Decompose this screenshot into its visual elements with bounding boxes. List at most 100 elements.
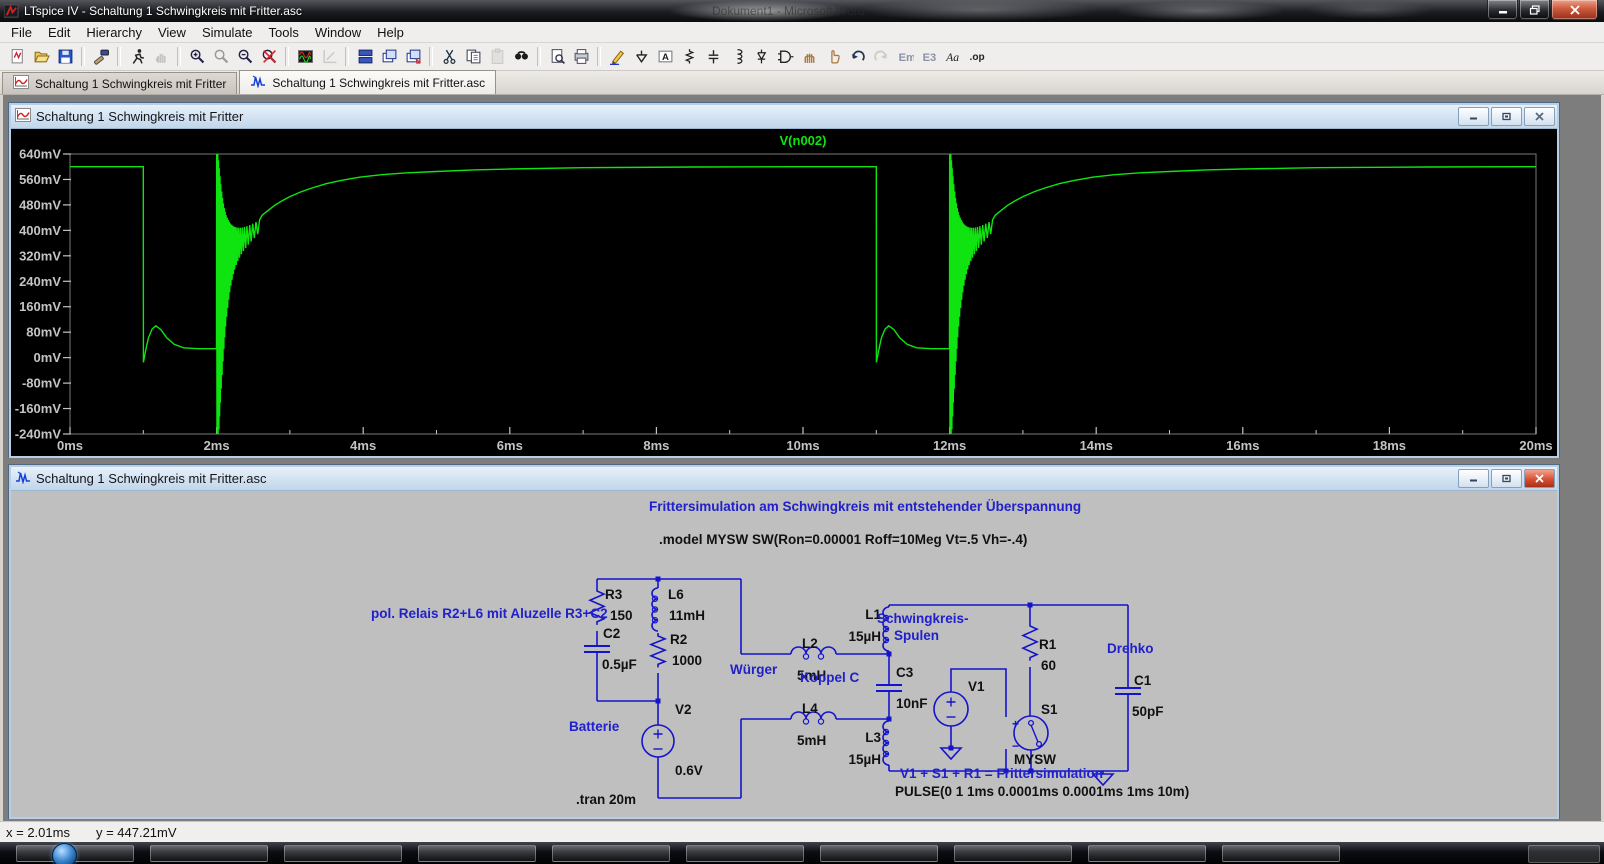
schematic-comment[interactable]: Würger xyxy=(730,662,778,677)
schematic-comment[interactable]: Drehko xyxy=(1107,641,1154,656)
trace-label[interactable]: V(n002) xyxy=(780,133,827,148)
inductor-icon[interactable] xyxy=(725,45,749,68)
component-C2[interactable]: C20.5µF xyxy=(584,626,637,672)
tab-schematic[interactable]: Schaltung 1 Schwingkreis mit Fritter.asc xyxy=(239,70,496,94)
print-preview-icon[interactable] xyxy=(545,45,569,68)
taskbar-button[interactable] xyxy=(820,845,938,862)
component-C1[interactable]: C150pF xyxy=(1115,673,1164,719)
menu-tools[interactable]: Tools xyxy=(261,23,307,42)
tile-horizontal-icon[interactable] xyxy=(353,45,377,68)
schematic-close-button[interactable] xyxy=(1524,469,1555,488)
menu-edit[interactable]: Edit xyxy=(40,23,78,42)
component-S1[interactable]: +−S1MYSW xyxy=(1012,702,1058,767)
schematic-comment[interactable]: Frittersimulation am Schwingkreis mit en… xyxy=(649,499,1081,514)
waveform-plot-area[interactable]: 640mV560mV480mV400mV320mV240mV160mV80mV0… xyxy=(11,129,1557,456)
schematic-comment[interactable]: pol. Relais R2+L6 mit Aluzelle R3+C2 xyxy=(371,606,608,621)
label-icon[interactable]: A xyxy=(653,45,677,68)
schematic-comment[interactable]: V1 + S1 + R1 = Frittersimulation xyxy=(900,766,1103,781)
waveform-close-button[interactable] xyxy=(1524,107,1555,126)
control-panel-icon[interactable] xyxy=(89,45,113,68)
new-schematic-icon[interactable] xyxy=(5,45,29,68)
menu-file[interactable]: File xyxy=(3,23,40,42)
taskbar-button[interactable] xyxy=(686,845,804,862)
print-icon[interactable] xyxy=(569,45,593,68)
y-axis-tick-label: 240mV xyxy=(19,274,61,289)
system-tray[interactable] xyxy=(1528,845,1600,863)
component-R2[interactable]: R21000 xyxy=(651,632,702,668)
tab-waveform[interactable]: Schaltung 1 Schwingkreis mit Fritter xyxy=(2,72,237,94)
taskbar-button[interactable] xyxy=(1222,845,1340,862)
cut-icon[interactable] xyxy=(437,45,461,68)
restore-button[interactable] xyxy=(1519,0,1550,20)
run-icon[interactable] xyxy=(125,45,149,68)
taskbar-button[interactable] xyxy=(1088,845,1206,862)
resistor-icon[interactable] xyxy=(677,45,701,68)
taskbar-button[interactable] xyxy=(418,845,536,862)
menu-view[interactable]: View xyxy=(150,23,194,42)
zoom-extents-icon[interactable] xyxy=(257,45,281,68)
taskbar-button[interactable] xyxy=(284,845,402,862)
component-icon[interactable] xyxy=(773,45,797,68)
cascade-icon[interactable] xyxy=(377,45,401,68)
schematic-window-titlebar[interactable]: Schaltung 1 Schwingkreis mit Fritter.asc xyxy=(11,467,1557,491)
undo-icon[interactable] xyxy=(845,45,869,68)
cascade-new-icon[interactable] xyxy=(401,45,425,68)
component-L4[interactable]: L45mH xyxy=(791,701,836,748)
trace-v-n002[interactable] xyxy=(70,141,1536,453)
schematic-comment[interactable]: Spulen xyxy=(894,628,939,643)
schematic-comment[interactable]: Koppel C xyxy=(800,670,859,685)
ground-icon[interactable] xyxy=(629,45,653,68)
zoom-in-icon[interactable] xyxy=(185,45,209,68)
schematic-minimize-button[interactable] xyxy=(1458,469,1489,488)
x-axis-tick-label: 14ms xyxy=(1080,438,1113,453)
spice-directive-text[interactable]: .tran 20m xyxy=(576,792,636,807)
schematic-restore-button[interactable] xyxy=(1491,469,1522,488)
app-titlebar[interactable]: LTspice IV - Schaltung 1 Schwingkreis mi… xyxy=(0,0,1604,22)
text-icon[interactable]: Aa xyxy=(941,45,965,68)
menu-help[interactable]: Help xyxy=(369,23,412,42)
component-C3[interactable]: C310nF xyxy=(876,665,928,711)
find-icon[interactable] xyxy=(509,45,533,68)
capacitor-icon[interactable] xyxy=(701,45,725,68)
schematic-drawing[interactable]: R3150C20.5µFL611mHR21000V20.6VL25mHL45mH… xyxy=(11,491,1557,817)
spice-directive-text[interactable]: .model MYSW SW(Ron=0.00001 Roff=10Meg Vt… xyxy=(659,532,1027,547)
rotate-icon[interactable]: E3 xyxy=(917,45,941,68)
drag-icon[interactable] xyxy=(821,45,845,68)
component-V1[interactable]: V1 xyxy=(934,679,985,726)
component-value-label: 0.6V xyxy=(675,763,703,778)
start-button[interactable] xyxy=(52,843,77,864)
move-icon[interactable] xyxy=(797,45,821,68)
component-V2[interactable]: V20.6V xyxy=(642,702,703,778)
taskbar-button[interactable] xyxy=(954,845,1072,862)
schematic-comment[interactable]: Schwingkreis- xyxy=(877,611,969,626)
plot-settings-icon[interactable] xyxy=(293,45,317,68)
close-button[interactable] xyxy=(1551,0,1598,20)
open-icon[interactable] xyxy=(29,45,53,68)
component-L6[interactable]: L611mH xyxy=(652,587,705,631)
diode-icon[interactable] xyxy=(749,45,773,68)
schematic-comment[interactable]: Batterie xyxy=(569,719,620,734)
taskbar-button[interactable] xyxy=(552,845,670,862)
save-icon[interactable] xyxy=(53,45,77,68)
component-R1[interactable]: R160 xyxy=(1023,623,1057,673)
copy-icon[interactable] xyxy=(461,45,485,68)
taskbar-button[interactable] xyxy=(150,845,268,862)
spice-directive-text[interactable]: PULSE(0 1 1ms 0.0001ms 0.0001ms 1ms 10m) xyxy=(895,784,1189,799)
menu-hierarchy[interactable]: Hierarchy xyxy=(78,23,150,42)
waveform-window-titlebar[interactable]: Schaltung 1 Schwingkreis mit Fritter xyxy=(11,105,1557,129)
waveform-tab-icon xyxy=(13,75,29,92)
component-L3[interactable]: L315µH xyxy=(848,721,889,767)
waveform-minimize-button[interactable] xyxy=(1458,107,1489,126)
component-ref-label: C1 xyxy=(1134,673,1152,688)
schematic-canvas[interactable]: R3150C20.5µFL611mHR21000V20.6VL25mHL45mH… xyxy=(11,491,1557,817)
menu-simulate[interactable]: Simulate xyxy=(194,23,261,42)
minimize-button[interactable] xyxy=(1487,0,1518,20)
zoom-out-icon[interactable] xyxy=(233,45,257,68)
wire-icon[interactable] xyxy=(605,45,629,68)
spice-directive-icon[interactable]: .op xyxy=(965,45,989,68)
waveform-plot-canvas[interactable]: 640mV560mV480mV400mV320mV240mV160mV80mV0… xyxy=(11,129,1557,456)
menu-window[interactable]: Window xyxy=(307,23,369,42)
x-axis-tick-label: 2ms xyxy=(204,438,230,453)
mirror-icon[interactable]: Em xyxy=(893,45,917,68)
waveform-restore-button[interactable] xyxy=(1491,107,1522,126)
